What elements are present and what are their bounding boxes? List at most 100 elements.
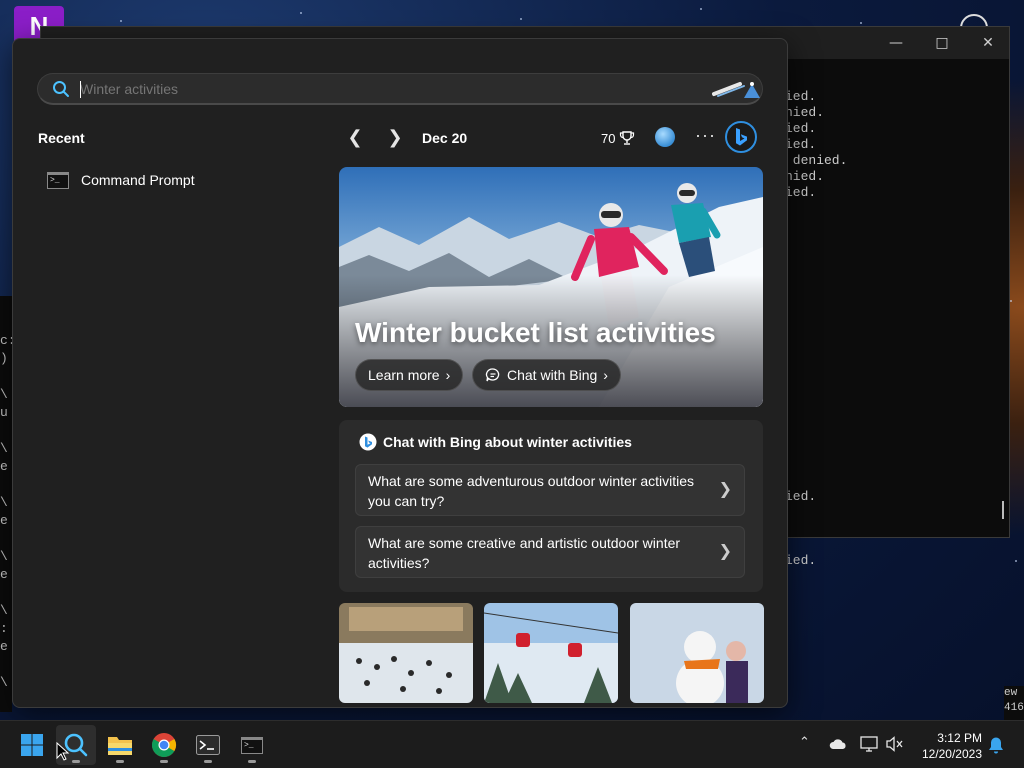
right-terminal-fragment: ew 416 xyxy=(1004,686,1024,720)
terminal-line: \ xyxy=(0,675,8,690)
command-prompt-icon: >_ xyxy=(241,736,263,754)
maximize-icon[interactable]: □ xyxy=(919,31,965,55)
more-options-icon[interactable]: ··· xyxy=(695,125,716,146)
recent-item-command-prompt[interactable]: >_ Command Prompt xyxy=(47,167,307,193)
mouse-cursor-icon xyxy=(56,742,70,761)
terminal-line: ew xyxy=(1004,687,1018,699)
learn-more-label: Learn more xyxy=(368,367,440,383)
terminal-line: 416 xyxy=(1004,702,1024,714)
running-indicator xyxy=(248,760,256,763)
terminal-line: e xyxy=(0,459,8,474)
chat-with-bing-button[interactable]: Chat with Bing › xyxy=(472,359,621,391)
terminal-line: c: xyxy=(0,333,12,348)
chevron-right-icon: › xyxy=(603,367,608,383)
onedrive-icon[interactable] xyxy=(829,738,847,750)
terminal-scrollbar[interactable] xyxy=(1002,501,1004,519)
terminal-line: : xyxy=(0,621,8,636)
thumbnail-gondola[interactable] xyxy=(484,603,618,703)
star xyxy=(120,20,122,22)
clock-time: 3:12 PM xyxy=(937,731,982,745)
star xyxy=(300,12,302,14)
learn-more-button[interactable]: Learn more › xyxy=(355,359,464,391)
running-indicator xyxy=(116,760,124,763)
chevron-right-icon: ❯ xyxy=(718,543,732,560)
terminal-icon xyxy=(196,735,220,755)
star xyxy=(860,22,862,24)
terminal-line: u xyxy=(0,405,8,420)
terminal-line: ) xyxy=(0,351,8,366)
windows-logo-icon xyxy=(21,734,43,756)
command-prompt-icon: >_ xyxy=(47,171,69,189)
clock[interactable]: 3:12 PM 12/20/2023 xyxy=(916,730,982,762)
date-label: Dec 20 xyxy=(422,130,468,146)
bing-logo-icon xyxy=(359,433,377,451)
network-icon[interactable] xyxy=(860,736,878,752)
chat-bubble-icon xyxy=(485,368,500,382)
text-caret xyxy=(80,81,81,98)
star xyxy=(520,18,522,20)
chat-suggestion[interactable]: What are some adventurous outdoor winter… xyxy=(355,464,745,516)
chat-card-heading: Chat with Bing about winter activities xyxy=(383,434,632,450)
volume-muted-icon[interactable] xyxy=(886,736,904,752)
running-indicator xyxy=(160,760,168,763)
hero-card[interactable]: Winter bucket list activities Learn more… xyxy=(339,167,763,407)
chevron-left-icon[interactable]: ❮ xyxy=(343,125,367,149)
search-flyout: Recent >_ Command Prompt ❮ ❯ Dec 20 70 ·… xyxy=(12,38,788,708)
bing-chat-icon[interactable] xyxy=(725,121,757,153)
chevron-up-icon[interactable]: ⌃ xyxy=(799,735,810,750)
notification-bell-icon[interactable] xyxy=(988,736,1004,754)
recent-item-label: Command Prompt xyxy=(81,172,195,188)
hero-title: Winter bucket list activities xyxy=(355,317,716,348)
terminal-line: e xyxy=(0,639,8,654)
recent-heading: Recent xyxy=(38,130,85,146)
rewards-points[interactable]: 70 xyxy=(601,130,635,146)
trophy-icon xyxy=(620,131,635,145)
search-icon xyxy=(53,81,69,97)
star xyxy=(1010,300,1012,302)
skis-icon xyxy=(712,82,760,98)
file-explorer-button[interactable] xyxy=(100,725,140,765)
command-prompt-taskbar-button[interactable]: >_ xyxy=(232,725,272,765)
taskbar: >_ ⌃ 3:12 PM 12/20/2023 xyxy=(0,720,1024,768)
suggestion-text: What are some adventurous outdoor winter… xyxy=(368,473,695,509)
search-input[interactable] xyxy=(80,78,680,100)
running-indicator xyxy=(72,760,80,763)
clock-date: 12/20/2023 xyxy=(921,747,982,761)
chevron-right-icon: › xyxy=(445,367,451,383)
terminal-line: \ xyxy=(0,387,8,402)
terminal-button[interactable] xyxy=(188,725,228,765)
suggestion-text: What are some creative and artistic outd… xyxy=(368,535,681,571)
thumbnail-snowman[interactable] xyxy=(630,603,764,703)
terminal-line: e xyxy=(0,513,8,528)
chevron-right-icon: ❯ xyxy=(718,481,732,498)
terminal-line: e xyxy=(0,567,8,582)
avatar[interactable] xyxy=(655,127,675,147)
folder-icon xyxy=(108,737,132,755)
start-button[interactable] xyxy=(12,725,52,765)
minimize-icon[interactable]: — xyxy=(873,31,919,55)
chat-with-bing-label: Chat with Bing xyxy=(507,367,598,383)
running-indicator xyxy=(204,760,212,763)
terminal-line: \ xyxy=(0,549,8,564)
star xyxy=(1015,560,1017,562)
chevron-right-icon[interactable]: ❯ xyxy=(383,125,407,149)
search-box[interactable] xyxy=(37,73,763,105)
left-terminal-fragment: c:) \ u \ e \ e \ e \: e \ xyxy=(0,296,12,712)
chat-suggestion[interactable]: What are some creative and artistic outd… xyxy=(355,526,745,578)
points-value: 70 xyxy=(601,130,616,146)
terminal-output: ied. nied. ied. ied. denied. nied. ied. … xyxy=(785,89,848,568)
chrome-icon xyxy=(151,733,177,758)
chrome-button[interactable] xyxy=(144,725,184,765)
bing-chat-card: Chat with Bing about winter activities W… xyxy=(339,420,763,592)
thumbnail-ice-skating[interactable] xyxy=(339,603,473,703)
close-icon[interactable]: ✕ xyxy=(965,31,1011,55)
terminal-line: \ xyxy=(0,603,8,618)
